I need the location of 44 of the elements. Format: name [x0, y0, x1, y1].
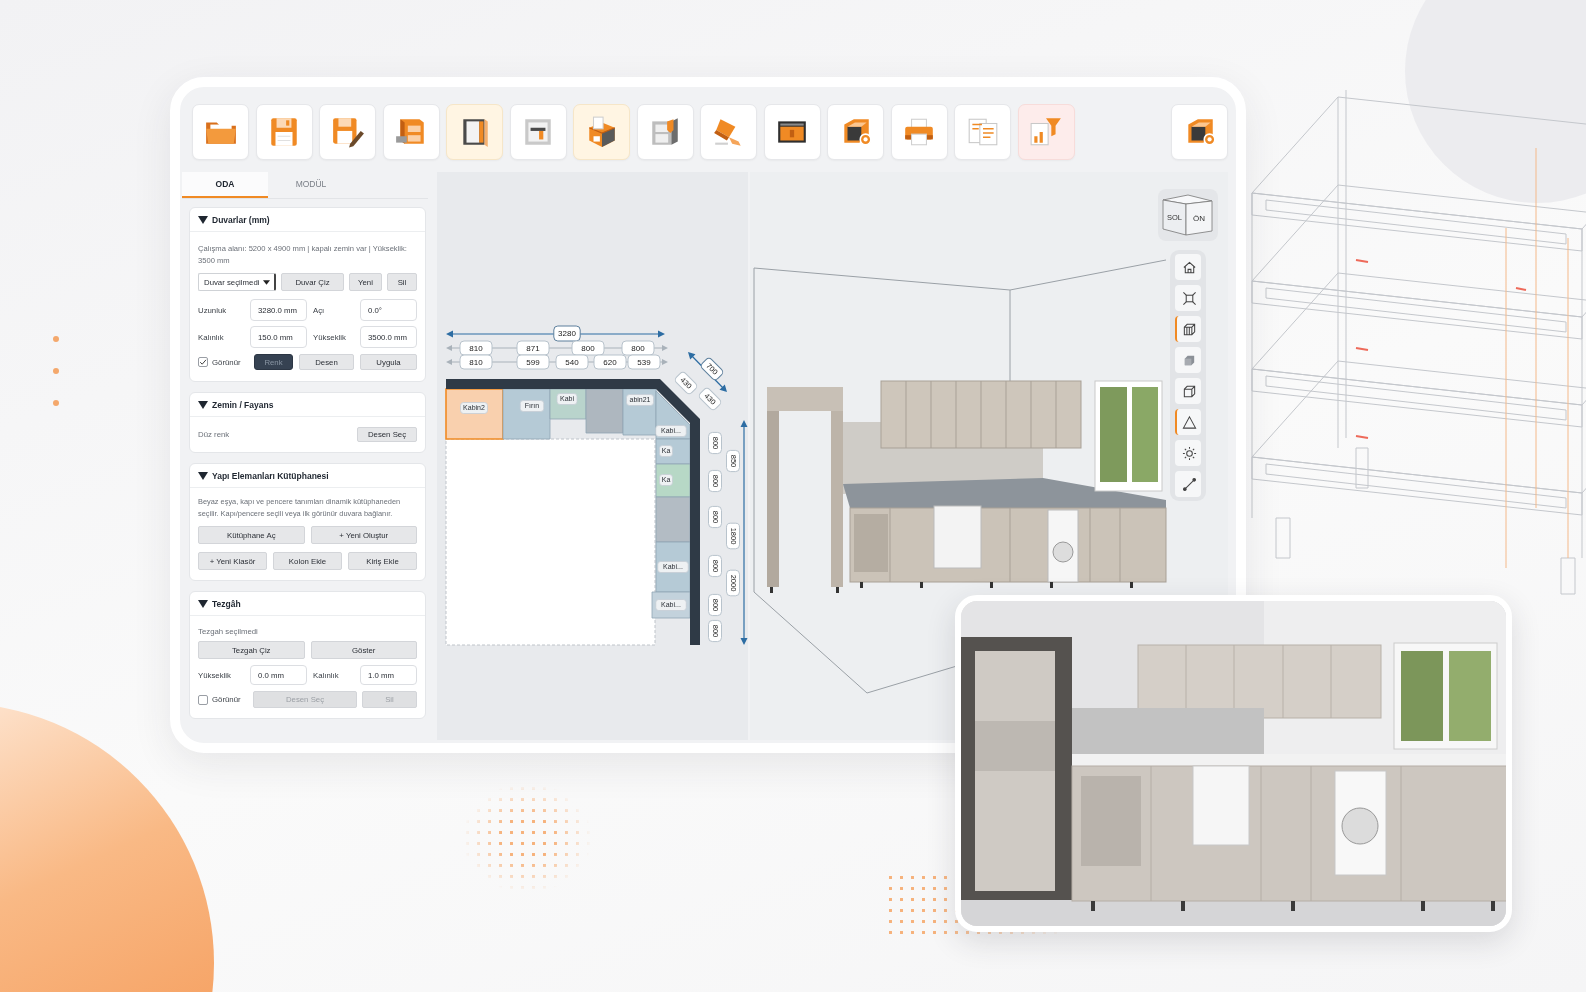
dimension-label: 800 [621, 340, 655, 356]
cabinet-block[interactable] [655, 496, 691, 543]
decorative-dot [53, 336, 59, 342]
dimension-label: 871 [516, 340, 550, 356]
sun-icon [1181, 445, 1197, 461]
toolbar-button[interactable] [763, 104, 821, 160]
dimension-label: 539 [627, 354, 661, 370]
wireframe-cube-icon [1181, 321, 1197, 337]
view-button[interactable] [1175, 254, 1201, 280]
section-header[interactable]: Tezgâh [190, 592, 425, 616]
checkbox[interactable] [198, 694, 208, 705]
dimension-label: 810 [459, 354, 493, 370]
dimension-label: 800 [571, 340, 605, 356]
checkbox[interactable] [198, 357, 208, 367]
dimension-label: 599 [516, 354, 550, 370]
dimension-label: 810 [459, 340, 493, 356]
home-icon [1181, 259, 1197, 275]
panel-tab[interactable]: MODÜL [268, 172, 354, 198]
cube-icon [1181, 383, 1197, 399]
view-button[interactable] [1175, 409, 1201, 435]
dimension-label: 540 [555, 354, 589, 370]
toolbar-button[interactable] [827, 104, 884, 160]
view-button[interactable] [1175, 471, 1201, 497]
view-button[interactable] [1175, 316, 1201, 342]
view-button[interactable] [1175, 440, 1201, 466]
section-header[interactable]: Zemin / Fayans [190, 393, 425, 417]
triangle-icon [1181, 414, 1197, 430]
toolbar-button[interactable] [1171, 104, 1228, 160]
caret-icon [263, 279, 270, 285]
fit-view-icon [1181, 290, 1197, 306]
floppy-disk-pen-icon [330, 115, 365, 149]
dimension-label: 620 [593, 354, 627, 370]
toolbar-button[interactable] [573, 104, 630, 160]
decorative-dot [53, 368, 59, 374]
dimension-label: 3280 [553, 325, 581, 342]
measure-icon [1181, 476, 1197, 492]
view-button[interactable] [1175, 378, 1201, 404]
cabinet-block[interactable] [585, 388, 624, 434]
section-header[interactable]: Duvarlar (mm) [190, 208, 425, 232]
panel-tab[interactable]: ODA [182, 172, 268, 198]
decorative-dot [53, 400, 59, 406]
section-header[interactable]: Yapı Elemanları Kütüphanesi [190, 464, 425, 488]
view-button[interactable] [1175, 285, 1201, 311]
toolbar-button[interactable] [446, 104, 503, 160]
